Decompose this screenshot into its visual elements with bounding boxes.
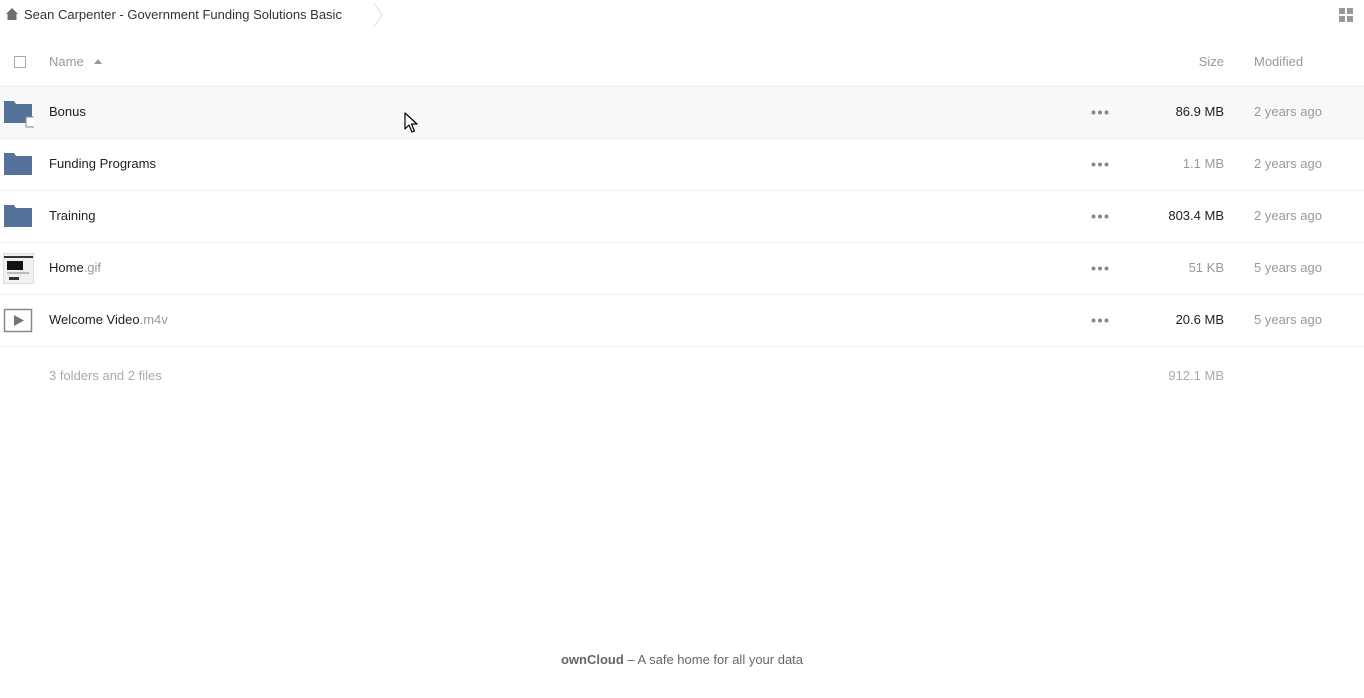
breadcrumb-separator-icon — [373, 2, 383, 28]
grid-view-toggle-icon[interactable] — [1339, 8, 1353, 22]
home-icon[interactable] — [5, 7, 19, 21]
image-thumbnail-icon — [3, 253, 34, 284]
file-modified: 5 years ago — [1254, 260, 1322, 275]
folder-icon — [4, 153, 32, 175]
more-actions-icon[interactable] — [1091, 162, 1109, 167]
file-modified: 5 years ago — [1254, 312, 1322, 327]
file-size: 86.9 MB — [1175, 104, 1224, 119]
more-actions-icon[interactable] — [1091, 110, 1109, 115]
file-row[interactable]: Home.gif 51 KB 5 years ago — [0, 243, 1364, 295]
file-name[interactable]: Bonus — [49, 104, 86, 119]
folder-icon — [4, 205, 32, 227]
column-header-size[interactable]: Size — [1199, 54, 1224, 69]
footer-tagline: – A safe home for all your data — [623, 652, 804, 667]
breadcrumb-current-folder[interactable]: Sean Carpenter - Government Funding Solu… — [24, 7, 342, 22]
file-name[interactable]: Funding Programs — [49, 156, 156, 171]
more-actions-icon[interactable] — [1091, 266, 1109, 271]
file-summary: 3 folders and 2 files 912.1 MB — [0, 363, 1364, 387]
summary-total-size: 912.1 MB — [1168, 368, 1224, 383]
file-name[interactable]: Training — [49, 208, 95, 223]
file-list: Bonus 86.9 MB 2 years ago Funding Progra… — [0, 87, 1364, 347]
column-header-name[interactable]: Name — [49, 54, 84, 69]
more-actions-icon[interactable] — [1091, 318, 1109, 323]
file-modified: 2 years ago — [1254, 156, 1322, 171]
breadcrumb: Sean Carpenter - Government Funding Solu… — [0, 0, 1364, 30]
file-size: 803.4 MB — [1168, 208, 1224, 223]
file-browser: Sean Carpenter - Government Funding Solu… — [0, 0, 1364, 698]
select-all-checkbox[interactable] — [14, 56, 26, 68]
column-header-modified[interactable]: Modified — [1254, 54, 1303, 69]
file-size: 20.6 MB — [1175, 312, 1224, 327]
file-row[interactable]: Bonus 86.9 MB 2 years ago — [0, 87, 1364, 139]
shared-folder-icon — [4, 101, 34, 128]
file-row[interactable]: Welcome Video.m4v 20.6 MB 5 years ago — [0, 295, 1364, 347]
file-size: 51 KB — [1188, 260, 1224, 275]
footer-brand[interactable]: ownCloud — [561, 652, 624, 667]
file-modified: 2 years ago — [1254, 104, 1322, 119]
more-actions-icon[interactable] — [1091, 214, 1109, 219]
summary-count: 3 folders and 2 files — [49, 368, 162, 383]
file-name[interactable]: Welcome Video.m4v — [49, 312, 168, 327]
video-file-icon — [3, 308, 33, 333]
file-list-header: Name Size Modified — [0, 40, 1364, 87]
sort-ascending-icon[interactable] — [94, 59, 102, 64]
file-modified: 2 years ago — [1254, 208, 1322, 223]
file-row[interactable]: Funding Programs 1.1 MB 2 years ago — [0, 139, 1364, 191]
footer: ownCloud – A safe home for all your data — [0, 652, 1364, 667]
file-name[interactable]: Home.gif — [49, 260, 101, 275]
file-row[interactable]: Training 803.4 MB 2 years ago — [0, 191, 1364, 243]
mouse-cursor-icon — [404, 112, 418, 133]
file-size: 1.1 MB — [1182, 156, 1224, 171]
